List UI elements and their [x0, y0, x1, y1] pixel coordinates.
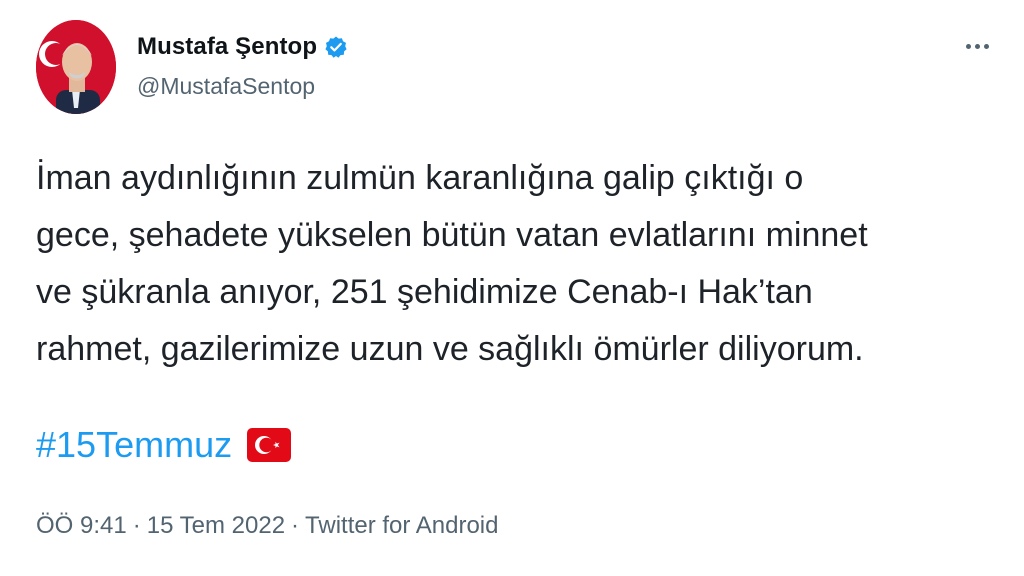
tweet-text-line: gece, şehadete yükselen bütün vatan evla… — [36, 216, 868, 254]
author-name-row: Mustafa Şentop — [137, 33, 348, 61]
avatar[interactable] — [36, 20, 116, 114]
author-handle[interactable]: @MustafaSentop — [137, 73, 315, 100]
meta-separator: · — [291, 512, 300, 539]
tweet-text-line: ve şükranla anıyor, 251 şehidimize Cenab… — [36, 273, 813, 311]
turkey-flag-icon — [246, 425, 292, 465]
tweet-time[interactable]: ÖÖ 9:41 — [36, 512, 127, 540]
display-name[interactable]: Mustafa Şentop — [137, 33, 317, 61]
tweet-date[interactable]: 15 Tem 2022 — [147, 512, 285, 540]
hashtag-link[interactable]: #15Temmuz — [36, 424, 232, 466]
dot — [983, 43, 989, 49]
verified-badge-icon — [324, 35, 348, 59]
tweet-text-line: İman aydınlığının zulmün karanlığına gal… — [36, 159, 804, 197]
meta-separator: · — [132, 512, 141, 539]
tweet-card: Mustafa Şentop @MustafaSentop İman aydın… — [0, 0, 1024, 576]
dot — [965, 43, 971, 49]
tweet-meta: ÖÖ 9:41 · 15 Tem 2022 · Twitter for Andr… — [36, 512, 498, 540]
tweet-source[interactable]: Twitter for Android — [305, 512, 498, 540]
tweet-text-line: rahmet, gazilerimize uzun ve sağlıklı öm… — [36, 330, 864, 368]
hashtag-row: #15Temmuz — [36, 424, 292, 466]
more-options-icon[interactable] — [962, 38, 992, 54]
dot — [974, 43, 980, 49]
tweet-text: İman aydınlığının zulmün karanlığına gal… — [36, 150, 996, 378]
avatar-photo — [36, 20, 116, 114]
